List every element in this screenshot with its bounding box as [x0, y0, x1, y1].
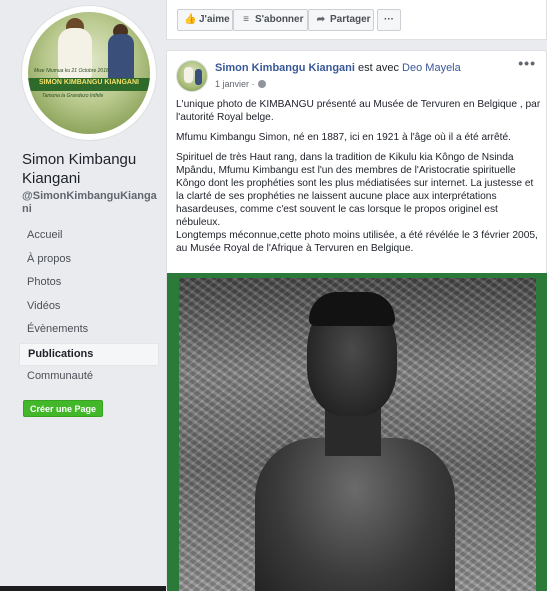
post-text: L'unique photo de KIMBANGU présenté au M… — [176, 98, 541, 262]
profile-image-caption-bottom: Tamona la Grandezo Inthile — [42, 93, 104, 99]
nav-item-accueil[interactable]: Accueil — [19, 225, 159, 249]
like-label: J'aime — [199, 14, 230, 25]
post-paragraph: Mfumu Kimbangu Simon, né en 1887, ici en… — [176, 132, 511, 143]
nav-item-evenements[interactable]: Évènements — [19, 319, 159, 343]
rss-icon: ≡ — [243, 14, 249, 25]
tagged-person-link[interactable]: Deo Mayela — [402, 62, 461, 74]
globe-icon — [257, 80, 266, 88]
author-avatar[interactable] — [176, 60, 208, 92]
nav-item-videos[interactable]: Vidéos — [19, 296, 159, 320]
bottom-strip — [0, 586, 166, 591]
follow-button[interactable]: ≡ S'abonner — [233, 9, 308, 31]
like-button[interactable]: 👍 J'aime — [177, 9, 233, 31]
follow-label: S'abonner — [255, 14, 304, 25]
profile-image-banner-text: SIMON KIMBANGU KIANGANI — [39, 79, 139, 86]
post-card: Simon Kimbangu Kiangani est avec Deo May… — [166, 50, 547, 591]
nav-item-communaute[interactable]: Communauté — [19, 366, 159, 390]
create-page-button[interactable]: Créer une Page — [23, 400, 103, 417]
post-photo[interactable] — [167, 273, 547, 591]
thumbs-up-icon: 👍 — [184, 14, 197, 25]
post-paragraph: Spirituel de très Haut rang, dans la tra… — [176, 152, 534, 228]
share-button[interactable]: ➦ Partager — [308, 9, 374, 31]
nav-item-publications[interactable]: Publications — [19, 342, 159, 366]
post-paragraph: Longtemps méconnue,cette photo moins uti… — [176, 230, 538, 254]
page-name[interactable]: Simon Kimbangu Kiangani — [22, 150, 162, 188]
portrait-image — [179, 278, 536, 591]
share-label: Partager — [330, 14, 371, 25]
nav-item-photos[interactable]: Photos — [19, 272, 159, 296]
nav-item-a-propos[interactable]: À propos — [19, 249, 159, 273]
post-author-link[interactable]: Simon Kimbangu Kiangani — [215, 62, 355, 74]
post-paragraph: L'unique photo de KIMBANGU présenté au M… — [176, 99, 541, 123]
share-arrow-icon: ➦ — [316, 14, 326, 25]
more-options-button[interactable]: ··· — [377, 9, 401, 31]
post-with-text: est avec — [358, 62, 399, 74]
profile-picture[interactable]: Mwe Ntumua ku 21 Octobre 2018 SIMON KIMB… — [22, 6, 156, 140]
left-sidebar: Mwe Ntumua ku 21 Octobre 2018 SIMON KIMB… — [0, 0, 166, 591]
page-action-bar: 👍 J'aime ≡ S'abonner ➦ Partager ··· — [166, 0, 547, 40]
post-timestamp[interactable]: 1 janvier · — [215, 79, 255, 89]
profile-image: Mwe Ntumua ku 21 Octobre 2018 SIMON KIMB… — [28, 12, 150, 134]
post-date: 1 janvier · — [215, 79, 266, 89]
post-header: Simon Kimbangu Kiangani est avec Deo May… — [215, 62, 461, 74]
post-options-icon[interactable]: ••• — [518, 55, 536, 71]
page-nav: Accueil À propos Photos Vidéos Évènement… — [19, 225, 159, 390]
page-handle[interactable]: @SimonKimbanguKiangani — [22, 190, 158, 216]
profile-image-caption-top: Mwe Ntumua ku 21 Octobre 2018 — [34, 68, 109, 74]
